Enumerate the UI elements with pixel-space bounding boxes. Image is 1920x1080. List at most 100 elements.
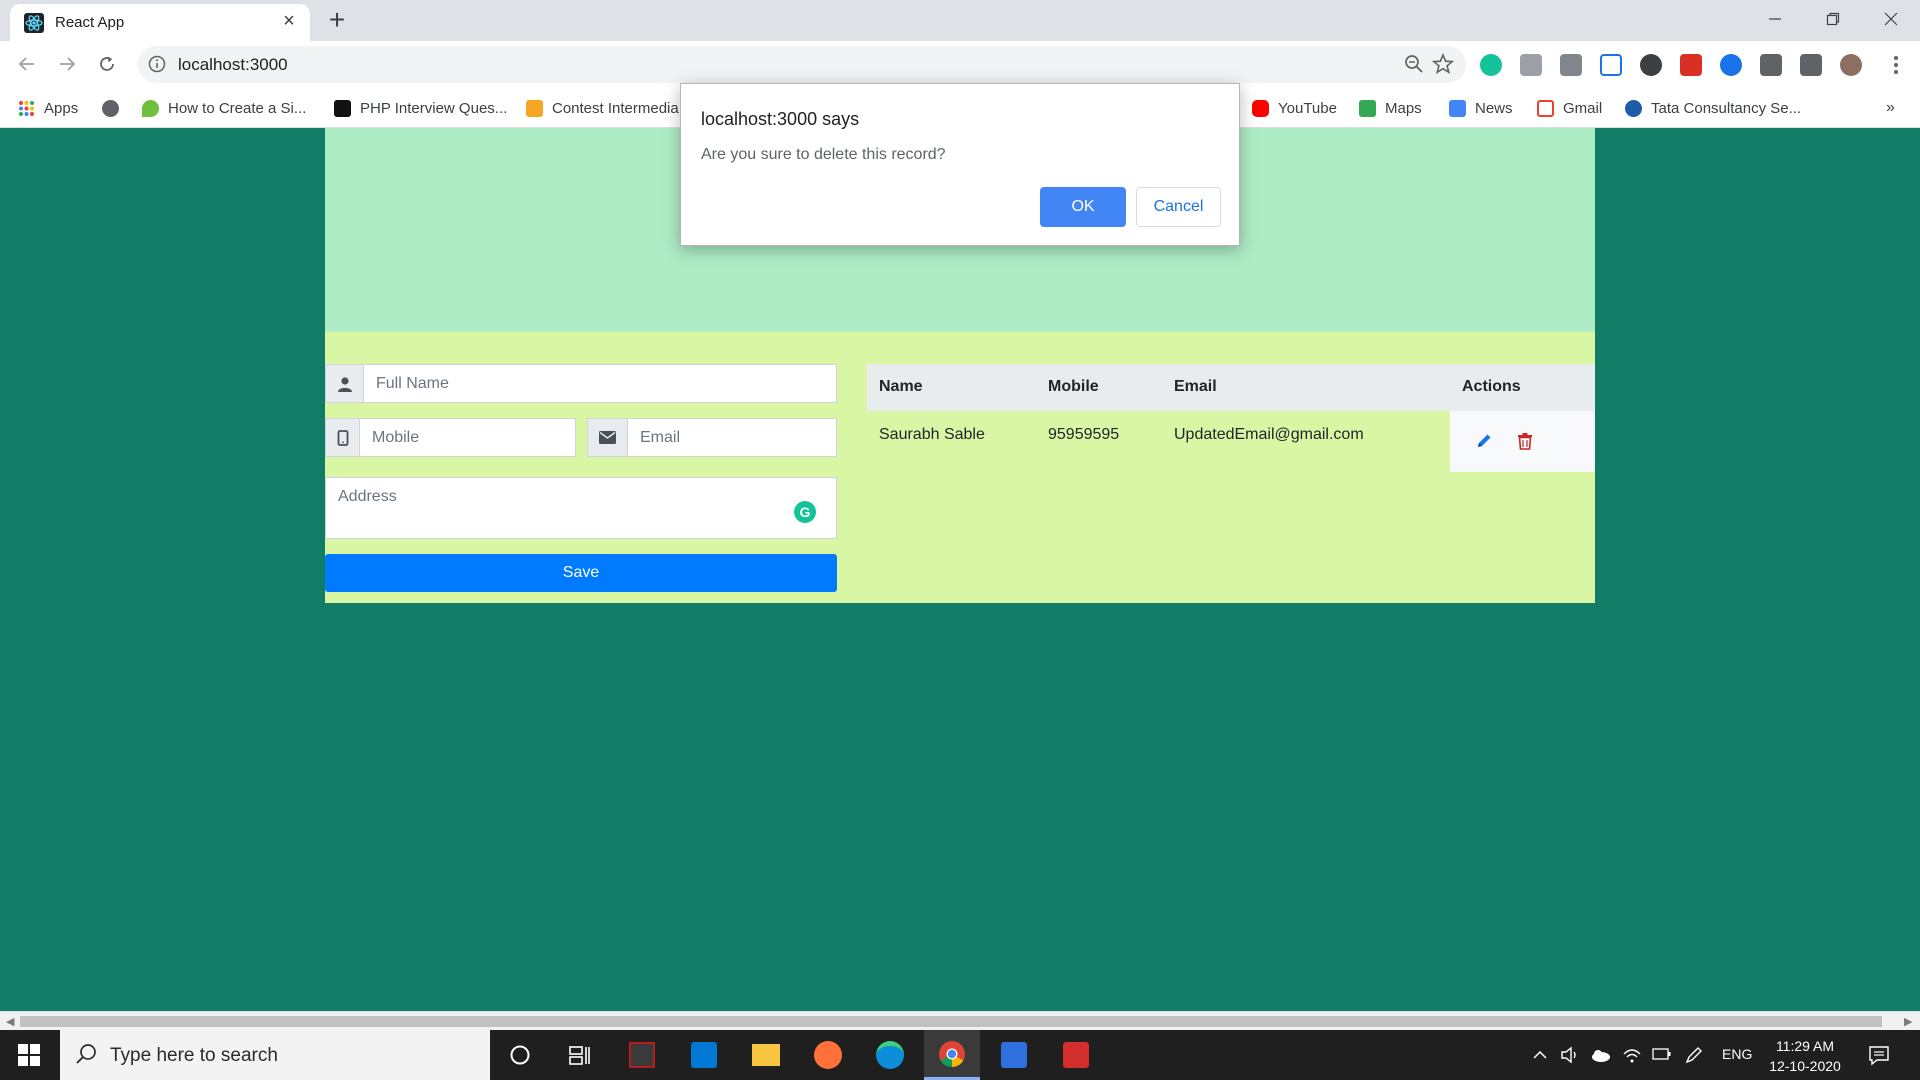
back-button[interactable] (12, 49, 42, 79)
puzzle-icon[interactable] (1760, 54, 1782, 76)
bookmark-label: Apps (44, 99, 79, 117)
bookmark-item[interactable]: Maps (1359, 97, 1422, 119)
minimize-icon (1769, 18, 1781, 20)
bookmark-label: YouTube (1278, 99, 1337, 117)
menu-button[interactable] (1886, 53, 1906, 77)
bookmarks-overflow-button[interactable]: » (1886, 97, 1895, 119)
taskbar-app-file-explorer[interactable] (738, 1030, 794, 1080)
address-bar[interactable]: localhost:3000 (138, 46, 1466, 83)
taskbar-app-writer[interactable] (986, 1030, 1042, 1080)
bookmark-star-icon[interactable] (1432, 53, 1454, 75)
taskbar-search[interactable]: Type here to search (60, 1030, 490, 1080)
leaf-icon (142, 99, 159, 117)
save-button[interactable]: Save (325, 554, 837, 592)
windows-taskbar: Type here to search ENG 11:29 AM 12-10-2… (0, 1030, 1920, 1080)
delete-button[interactable] (1515, 431, 1535, 451)
bookmark-item[interactable]: PHP Interview Ques... (334, 97, 507, 119)
bookmark-item[interactable]: YouTube (1252, 97, 1337, 119)
taskbar-app-vscode[interactable] (676, 1030, 732, 1080)
cortana-button[interactable] (492, 1030, 548, 1080)
taskbar-app-acrobat[interactable] (1048, 1030, 1104, 1080)
clock[interactable]: 11:29 AM 12-10-2020 (1760, 1036, 1850, 1076)
info-icon[interactable] (148, 55, 166, 73)
scroll-right-icon[interactable]: ▶ (1904, 1015, 1912, 1028)
close-window-button[interactable] (1862, 0, 1920, 38)
bookmark-globe[interactable] (102, 97, 128, 119)
bookmark-item[interactable]: Tata Consultancy Se... (1625, 97, 1801, 119)
battery-icon[interactable] (1652, 1047, 1672, 1061)
grammarly-icon[interactable] (1480, 54, 1502, 76)
tab-close-icon[interactable]: × (278, 10, 300, 32)
zoom-icon[interactable] (1404, 54, 1424, 74)
ok-button[interactable]: OK (1040, 187, 1126, 227)
horizontal-scrollbar[interactable]: ◀ ▶ (0, 1011, 1920, 1030)
bookmark-item[interactable]: Gmail (1537, 97, 1602, 119)
task-view-icon (569, 1046, 590, 1065)
bookmark-label: News (1475, 99, 1513, 117)
bookmark-label: Tata Consultancy Se... (1651, 99, 1802, 117)
taskbar-app-edge[interactable] (862, 1030, 918, 1080)
notifications-icon[interactable] (1868, 1044, 1890, 1066)
grammarly-icon[interactable]: G (794, 501, 816, 523)
start-button[interactable] (0, 1030, 58, 1080)
maps-icon (1359, 99, 1376, 117)
contest-icon (526, 99, 543, 117)
scrollbar-thumb[interactable] (20, 1016, 1882, 1027)
windows-logo-icon (18, 1044, 40, 1066)
tab-react-app[interactable]: React App × (10, 4, 310, 41)
taskbar-app-predator[interactable] (614, 1030, 670, 1080)
contact-form: G Save (325, 332, 837, 603)
media-icon[interactable] (1800, 54, 1822, 76)
ui-icon[interactable] (1600, 54, 1622, 76)
email-input[interactable] (628, 419, 836, 456)
mobile-input[interactable] (360, 419, 575, 456)
loop-icon[interactable] (1720, 54, 1742, 76)
cube-icon[interactable] (1520, 54, 1542, 76)
cancel-button[interactable]: Cancel (1136, 187, 1221, 227)
puzzle-red-icon[interactable] (1680, 54, 1702, 76)
apps-grid-icon (19, 100, 34, 116)
arrow-right-icon (60, 57, 76, 71)
youtube-icon (1252, 99, 1269, 117)
taskbar-app-firefox[interactable] (800, 1030, 856, 1080)
task-view-button[interactable] (552, 1030, 608, 1080)
restore-button[interactable] (1804, 0, 1862, 38)
confirm-dialog: localhost:3000 says Are you sure to dele… (680, 83, 1240, 246)
circle-icon[interactable] (1640, 54, 1662, 76)
chevron-up-icon[interactable] (1532, 1047, 1548, 1063)
taskbar-app-chrome[interactable] (924, 1030, 980, 1080)
scroll-left-icon[interactable]: ◀ (6, 1015, 14, 1028)
browser-toolbar: localhost:3000 (0, 41, 1920, 88)
onedrive-icon[interactable] (1590, 1046, 1612, 1064)
folder-icon (752, 1044, 780, 1066)
bookmark-item[interactable]: Contest Intermedia (526, 97, 679, 119)
volume-icon[interactable] (1560, 1046, 1580, 1064)
pen-icon[interactable] (1684, 1045, 1704, 1065)
bookmark-label: PHP Interview Ques... (360, 99, 508, 117)
mobile-icon (326, 419, 360, 456)
address-input[interactable] (326, 478, 836, 538)
react-icon (24, 13, 44, 33)
new-tab-button[interactable]: + (322, 6, 352, 36)
clock-date: 12-10-2020 (1769, 1058, 1841, 1074)
minimize-button[interactable] (1746, 0, 1804, 38)
reload-button[interactable] (92, 49, 122, 79)
forward-button[interactable] (52, 49, 82, 79)
camera-icon[interactable] (1560, 54, 1582, 76)
more-vert-icon (1894, 56, 1898, 74)
bookmark-item[interactable]: How to Create a Si... (142, 97, 306, 119)
bookmark-apps[interactable]: Apps (18, 97, 78, 119)
full-name-input[interactable] (364, 365, 836, 402)
trash-icon (1518, 433, 1532, 450)
bookmark-item[interactable]: News (1449, 97, 1513, 119)
wifi-icon[interactable] (1622, 1046, 1642, 1064)
full-name-field (325, 364, 837, 403)
tata-icon (1625, 99, 1642, 117)
tab-strip: React App × + (0, 0, 1920, 41)
cell-actions (1450, 411, 1595, 472)
arrow-left-icon (18, 57, 34, 71)
profile-avatar[interactable] (1840, 54, 1862, 76)
language-indicator[interactable]: ENG (1722, 1046, 1752, 1062)
edit-button[interactable] (1474, 431, 1494, 451)
url-text[interactable]: localhost:3000 (178, 55, 288, 75)
